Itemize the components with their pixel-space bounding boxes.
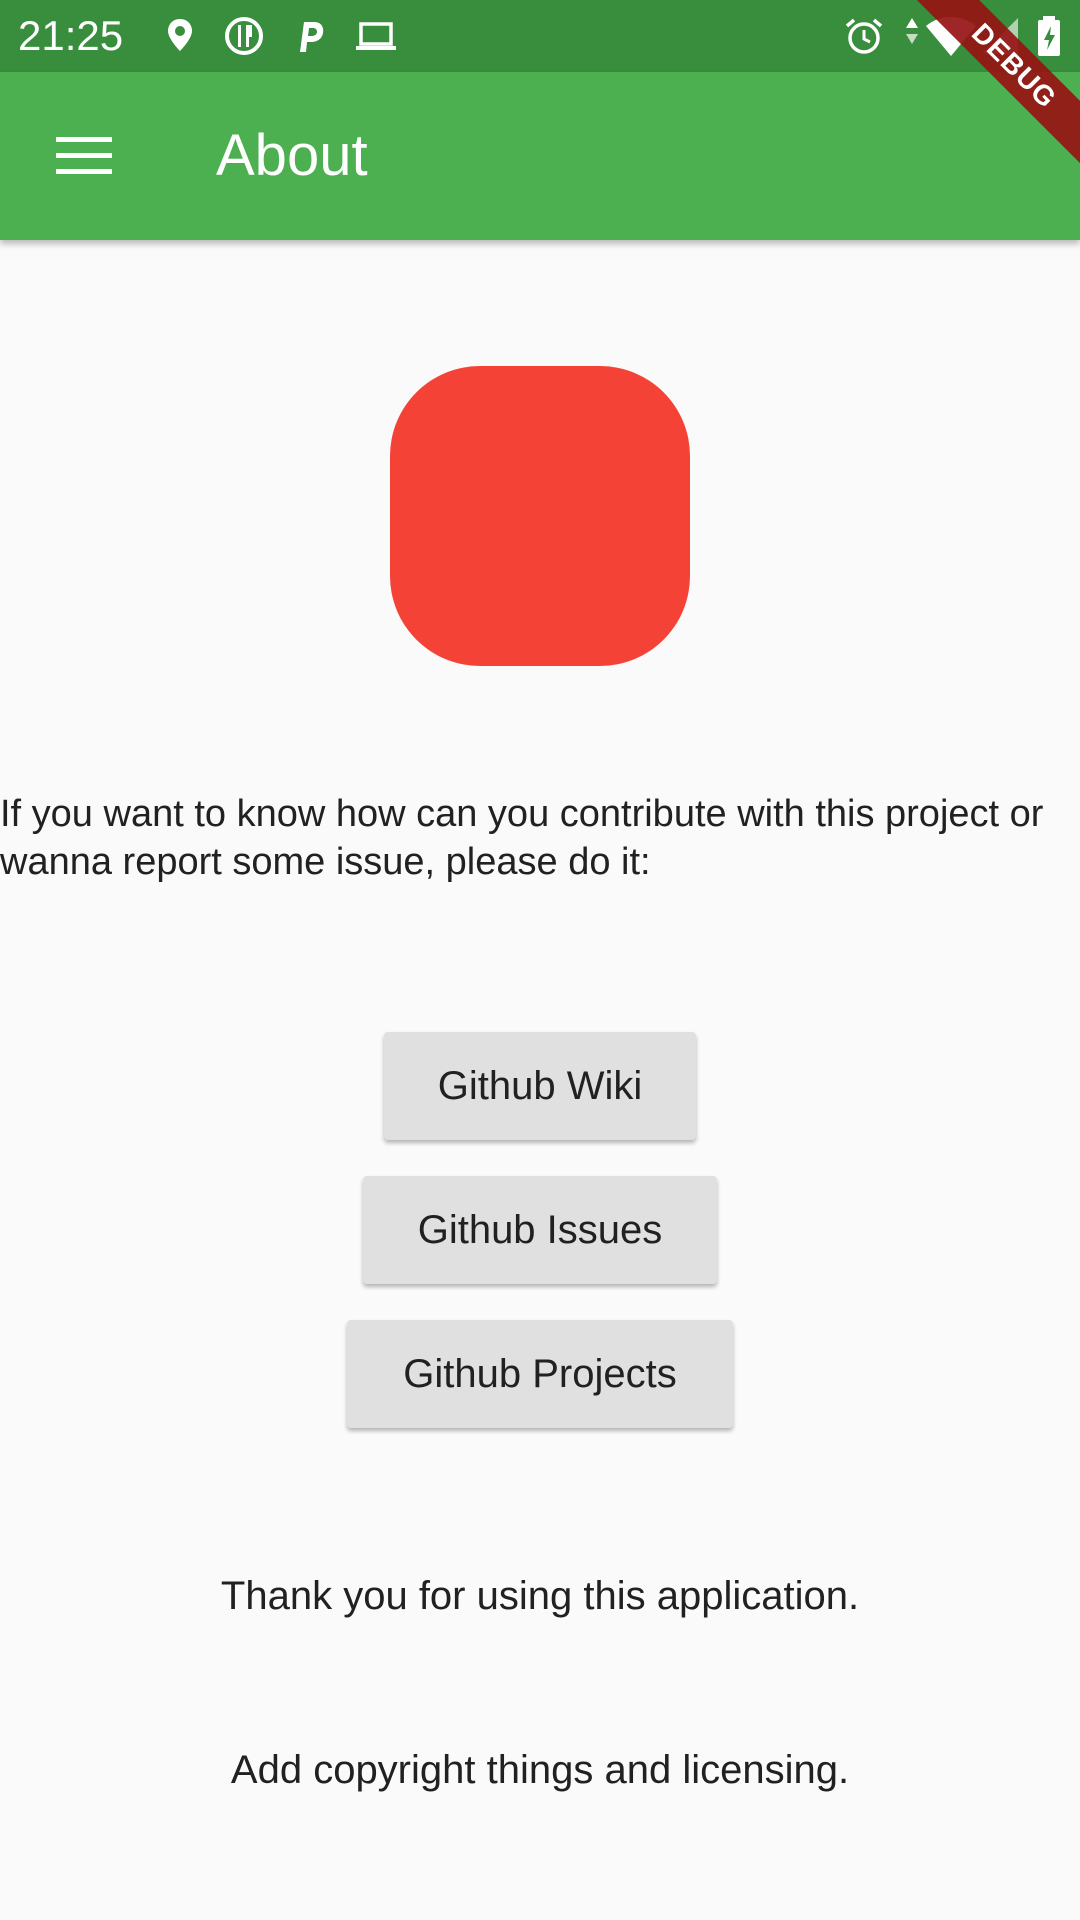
laptop-icon xyxy=(354,14,398,58)
food-delivery-icon xyxy=(222,14,266,58)
status-time: 21:25 xyxy=(18,12,124,59)
thank-you-text: Thank you for using this application. xyxy=(220,1574,860,1618)
data-arrows-icon xyxy=(900,14,924,58)
app-logo xyxy=(390,366,690,666)
page-title: About xyxy=(216,123,368,188)
about-screen: 21:25 DEBUG About If you want to know ho… xyxy=(0,0,1080,1920)
wifi-icon xyxy=(924,14,978,58)
parking-icon xyxy=(288,14,332,58)
github-projects-button[interactable]: Github Projects xyxy=(347,1320,733,1428)
status-bar: 21:25 xyxy=(0,0,1080,72)
cell-signal-icon xyxy=(978,14,1022,58)
menu-icon xyxy=(56,135,112,182)
location-pin-icon xyxy=(158,14,202,58)
menu-button[interactable] xyxy=(32,106,136,210)
github-issues-button[interactable]: Github Issues xyxy=(363,1176,717,1284)
battery-charging-icon xyxy=(1034,14,1064,58)
copyright-text: Add copyright things and licensing. xyxy=(230,1748,850,1792)
github-wiki-button[interactable]: Github Wiki xyxy=(384,1032,696,1140)
alarm-icon xyxy=(842,14,886,58)
intro-text: If you want to know how can you contribu… xyxy=(0,793,1044,883)
app-bar: About xyxy=(0,72,1080,240)
